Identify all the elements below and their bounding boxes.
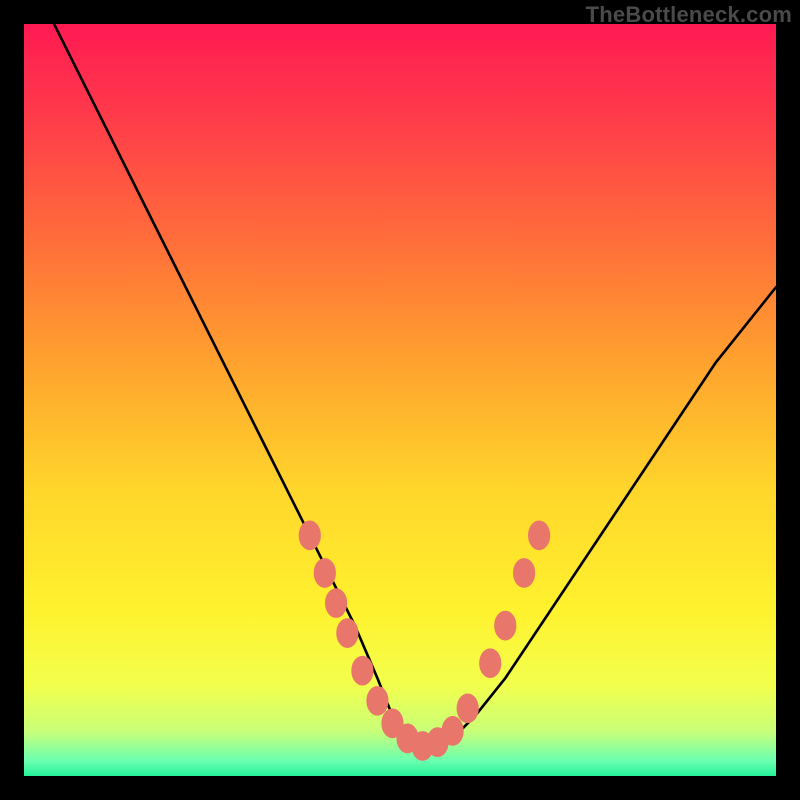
curve-marker [457, 694, 478, 723]
curve-marker [442, 717, 463, 746]
watermark-text: TheBottleneck.com [586, 2, 792, 28]
curve-marker [337, 619, 358, 648]
curve-marker [352, 656, 373, 685]
curve-marker [299, 521, 320, 550]
curve-marker [314, 559, 335, 588]
curve-marker [367, 687, 388, 716]
curve-marker [495, 611, 516, 640]
curve-marker [514, 559, 535, 588]
curve-markers [299, 521, 549, 760]
curve-marker [529, 521, 550, 550]
chart-svg [24, 24, 776, 776]
chart-frame: TheBottleneck.com [0, 0, 800, 800]
plot-area [24, 24, 776, 776]
curve-marker [480, 649, 501, 678]
curve-marker [326, 589, 347, 618]
bottleneck-curve [24, 24, 776, 746]
